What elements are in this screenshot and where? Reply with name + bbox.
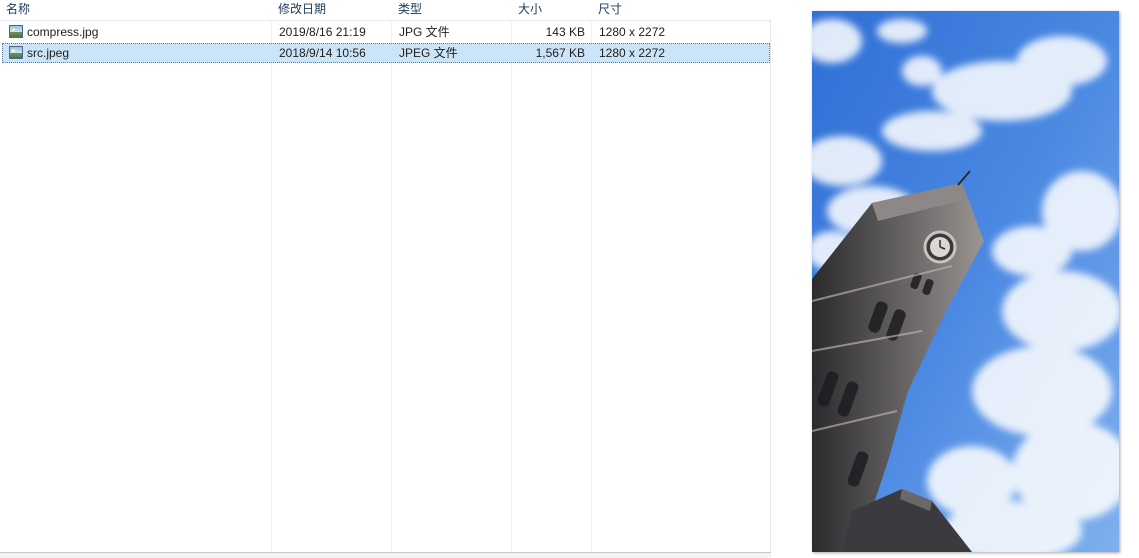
column-divider — [591, 20, 592, 557]
column-header-row: 名称 修改日期 类型 大小 尺寸 — [0, 0, 771, 21]
column-header-size[interactable]: 大小 — [512, 0, 592, 20]
column-header-date[interactable]: 修改日期 — [272, 0, 392, 20]
column-header-name[interactable]: 名称 — [0, 0, 272, 20]
column-divider — [391, 20, 392, 557]
file-row-src[interactable]: src.jpeg 2018/9/14 10:56 JPEG 文件 1,567 K… — [2, 43, 770, 63]
file-size: 143 KB — [545, 25, 585, 39]
image-file-icon — [9, 25, 23, 38]
file-type: JPEG 文件 — [399, 46, 458, 60]
file-row-compress[interactable]: compress.jpg 2019/8/16 21:19 JPG 文件 143 … — [2, 22, 770, 42]
file-name: compress.jpg — [27, 25, 99, 39]
column-divider — [511, 20, 512, 557]
preview-pane — [771, 0, 1139, 557]
file-dimensions: 1280 x 2272 — [599, 25, 666, 39]
file-size: 1,567 KB — [535, 46, 585, 60]
column-header-type[interactable]: 类型 — [392, 0, 512, 20]
file-name: src.jpeg — [27, 46, 70, 60]
file-dimensions: 1280 x 2272 — [599, 46, 666, 60]
image-preview — [812, 11, 1119, 552]
image-file-icon — [9, 46, 23, 59]
file-list: 名称 修改日期 类型 大小 尺寸 compress.jpg 2019/8/16 … — [0, 0, 771, 558]
file-date: 2018/9/14 10:56 — [279, 46, 366, 60]
file-date: 2019/8/16 21:19 — [279, 25, 366, 39]
column-divider — [271, 20, 272, 557]
horizontal-scrollbar[interactable] — [0, 552, 771, 558]
column-header-dimensions[interactable]: 尺寸 — [592, 0, 771, 20]
file-type: JPG 文件 — [399, 25, 450, 39]
